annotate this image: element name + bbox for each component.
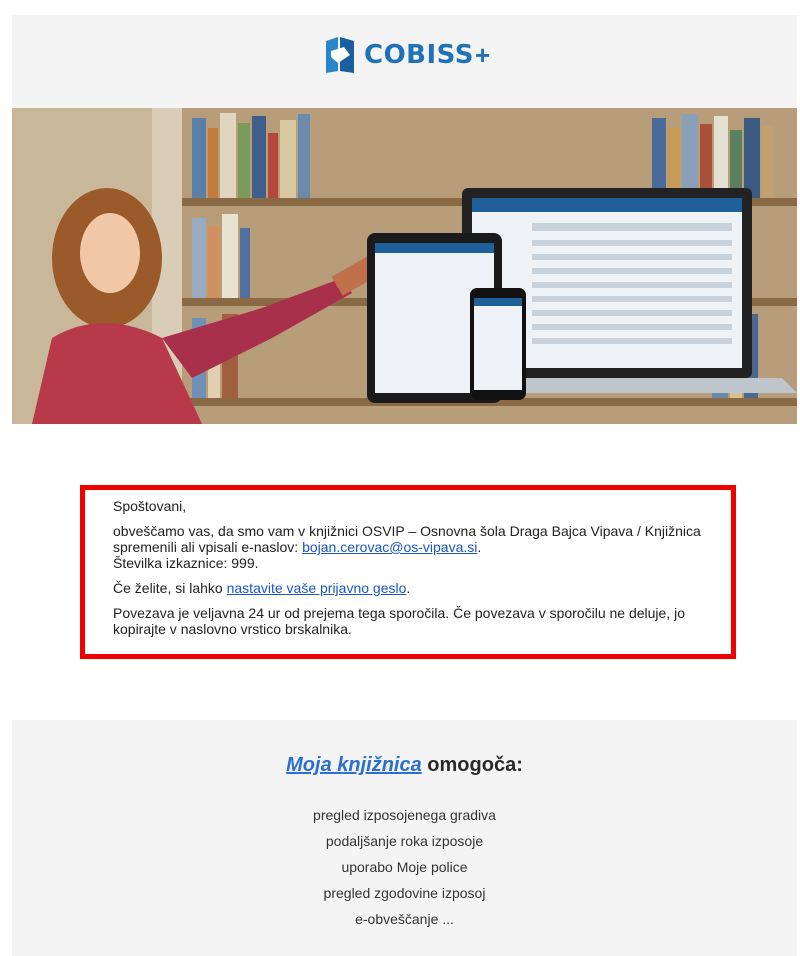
email-change-paragraph: obveščamo vas, da smo vam v knjižnici OS… <box>113 523 703 571</box>
validity-paragraph: Povezava je veljavna 24 ur od prejema te… <box>113 605 686 637</box>
notice-box: Spoštovani, obveščamo vas, da smo vam v … <box>80 485 736 659</box>
features-section: Moja knjižnica omogoča: pregled izposoje… <box>12 720 797 956</box>
email-change-end: . <box>477 539 482 555</box>
features-title-rest: omogoča: <box>421 754 523 776</box>
book-logo-icon <box>326 37 354 73</box>
card-number: Številka izkaznice: 999. <box>113 555 259 571</box>
password-paragraph: Če želite, si lahko nastavite vaše prija… <box>113 580 703 596</box>
greeting: Spoštovani, <box>113 498 187 514</box>
feature-item: pregled izposojenega gradiva <box>313 807 496 823</box>
password-end: . <box>406 580 411 596</box>
feature-item: e-obveščanje ... <box>355 911 454 927</box>
password-text: Če želite, si lahko <box>113 580 227 596</box>
feature-item: pregled zgodovine izposoj <box>323 885 486 901</box>
email-link[interactable]: bojan.cerovac@os-vipava.si <box>302 539 477 555</box>
hero-image <box>12 108 797 424</box>
feature-item: podaljšanje roka izposoje <box>325 833 484 849</box>
features-title: Moja knjižnica omogoča: <box>12 754 797 777</box>
logo-plus: + <box>474 39 491 70</box>
feature-item: uporabo Moje police <box>341 859 468 875</box>
features-list: pregled izposojenega gradiva podaljšanje… <box>12 802 797 932</box>
email-container: COBISS + Spoštovani, obveščamo vas, da s… <box>12 15 797 956</box>
set-password-link[interactable]: nastavite vaše prijavno geslo <box>227 580 407 596</box>
moja-knjiznica-link[interactable]: Moja knjižnica <box>286 754 422 776</box>
message-section: Spoštovani, obveščamo vas, da smo vam v … <box>12 424 797 720</box>
logo-text: COBISS <box>364 40 474 70</box>
header: COBISS + <box>12 15 797 107</box>
cobiss-logo[interactable]: COBISS + <box>322 35 490 75</box>
